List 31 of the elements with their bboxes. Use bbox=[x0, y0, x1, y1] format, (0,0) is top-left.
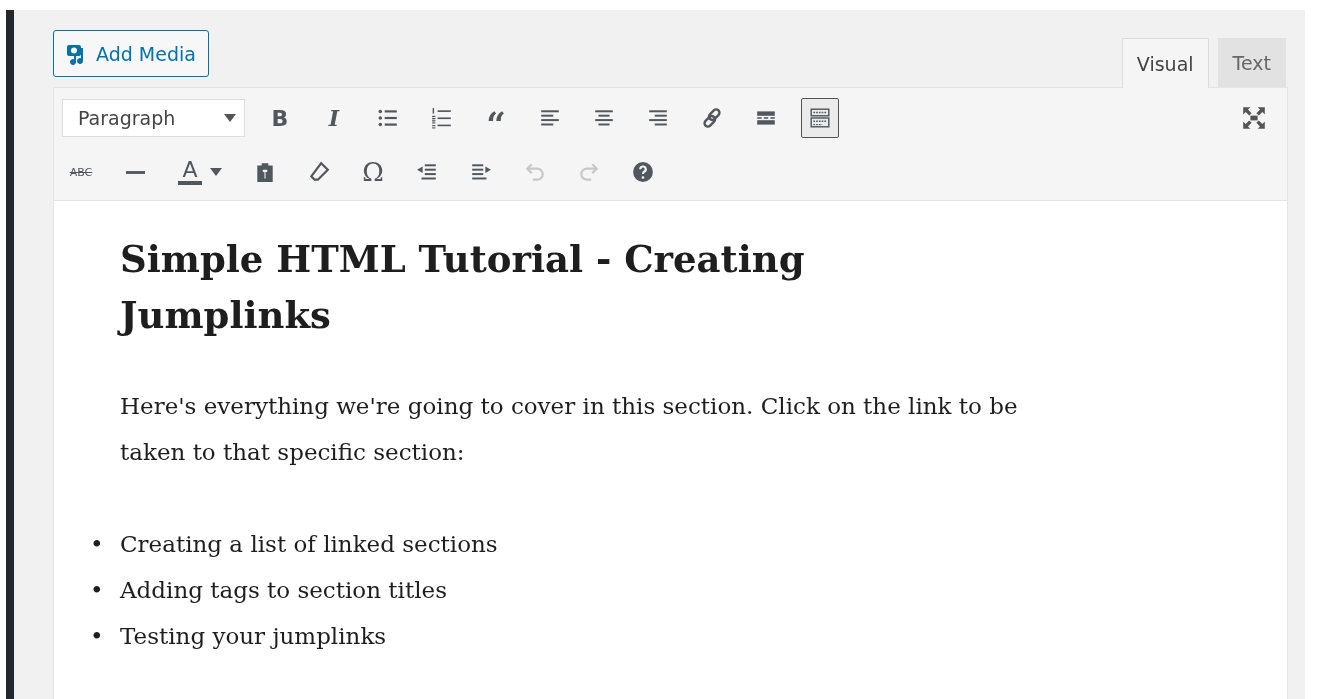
eraser-icon bbox=[308, 161, 330, 183]
editor-tab[interactable]: Text bbox=[1217, 38, 1286, 87]
list-item: Testing your jumplinks bbox=[120, 622, 387, 651]
list-item: Creating a list of linked sections bbox=[120, 530, 498, 559]
caret-icon bbox=[209, 168, 222, 176]
fullscreen-icon bbox=[1242, 106, 1266, 130]
bold-button[interactable]: B bbox=[261, 98, 299, 138]
strike-button[interactable]: ABC bbox=[62, 152, 100, 192]
bullet: • bbox=[90, 530, 105, 559]
bullet: • bbox=[90, 576, 105, 605]
quote-button[interactable]: “ bbox=[477, 98, 515, 138]
horizontal-line-icon bbox=[125, 170, 145, 174]
redo-icon bbox=[578, 161, 600, 183]
toolbar-toggle-button[interactable] bbox=[801, 98, 839, 138]
help-icon bbox=[632, 161, 654, 183]
undo-icon bbox=[524, 161, 546, 183]
numbered-list-icon bbox=[431, 107, 453, 129]
paragraph-text: Here's everything we're going to cover in this section. Click on the link to be taken to that specific section: bbox=[120, 392, 1019, 467]
clipboard-icon bbox=[254, 161, 276, 183]
omega-button[interactable]: Ω bbox=[354, 152, 392, 192]
link-icon bbox=[701, 107, 723, 129]
caret-icon bbox=[224, 114, 236, 122]
text-color-button[interactable]: A bbox=[170, 152, 230, 192]
bullet-list-icon bbox=[377, 107, 399, 129]
italic-button[interactable]: I bbox=[315, 98, 353, 138]
toolbar-rows-icon bbox=[809, 107, 831, 129]
format-select[interactable]: Paragraph bbox=[62, 99, 245, 137]
add-media-button[interactable]: Add Media bbox=[53, 30, 209, 77]
list-item: Adding tags to section titles bbox=[120, 576, 447, 605]
editor-tab[interactable]: Visual bbox=[1121, 38, 1209, 88]
bullet: • bbox=[90, 622, 105, 651]
